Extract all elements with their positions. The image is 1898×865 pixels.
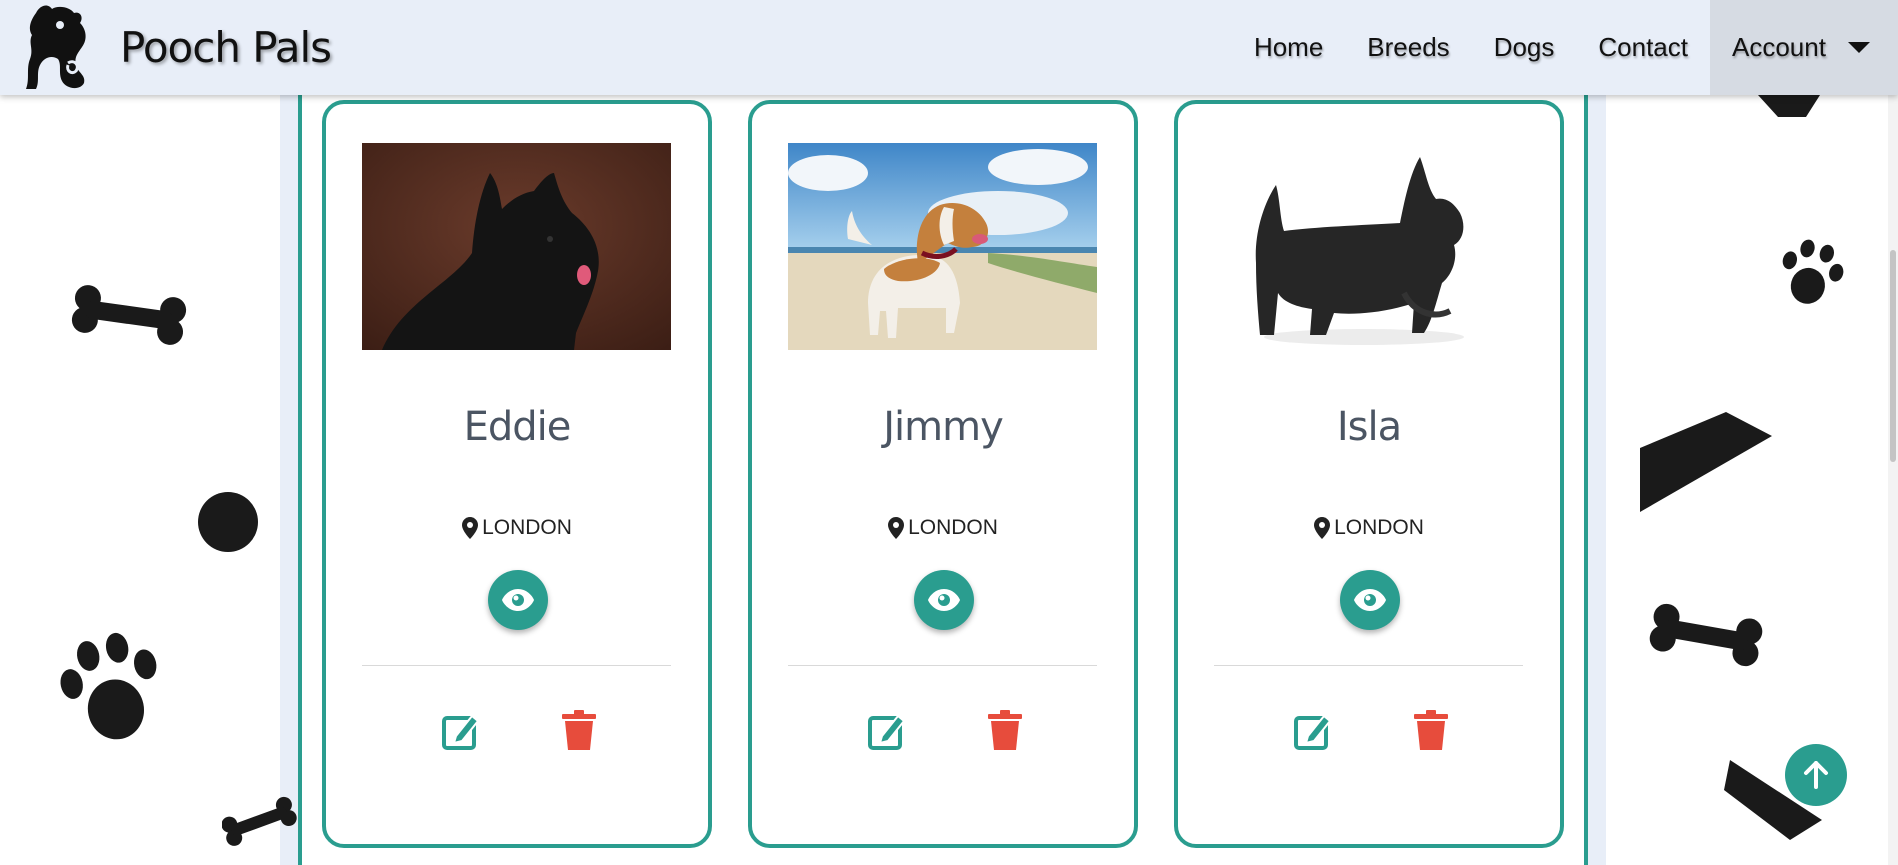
card-divider <box>362 665 671 666</box>
eye-icon <box>928 589 960 611</box>
card-divider <box>788 665 1097 666</box>
scrollbar-thumb[interactable] <box>1890 250 1896 462</box>
dog-location: LONDON <box>752 516 1134 540</box>
dog-location: LONDON <box>326 516 708 540</box>
bone-icon <box>1649 603 1763 667</box>
dog-location-label: LONDON <box>1334 516 1424 539</box>
ball-icon <box>198 492 258 552</box>
nav-link-home[interactable]: Home <box>1232 32 1345 63</box>
dog-name: Isla <box>1336 404 1402 450</box>
back-to-top-button[interactable] <box>1785 744 1847 806</box>
brand[interactable]: Pooch Pals <box>18 2 332 92</box>
left-gutter <box>280 95 298 865</box>
dog-location: LONDON <box>1178 516 1560 540</box>
trash-icon[interactable] <box>562 710 596 750</box>
dog-name: Jimmy <box>883 404 1004 450</box>
view-dog-button[interactable] <box>1340 570 1400 630</box>
view-dog-button[interactable] <box>488 570 548 630</box>
bowl-icon <box>1640 412 1772 512</box>
view-dog-button[interactable] <box>914 570 974 630</box>
arrow-up-icon <box>1804 761 1828 789</box>
dog-card: Isla LONDON <box>1174 100 1564 848</box>
navbar: Pooch Pals Home Breeds Dogs Contact Acco… <box>0 0 1898 95</box>
edit-icon[interactable] <box>868 710 906 750</box>
map-marker-icon <box>1314 517 1331 539</box>
paw-print-icon <box>60 632 157 740</box>
caret-down-icon <box>1847 42 1870 53</box>
dog-logo-icon <box>26 5 86 89</box>
scrollbar[interactable] <box>1888 95 1898 865</box>
edit-icon[interactable] <box>1294 710 1332 750</box>
edit-icon[interactable] <box>442 710 480 750</box>
dog-card: Jimmy LONDON <box>748 100 1138 848</box>
right-gutter <box>1586 95 1606 865</box>
map-marker-icon <box>888 517 905 539</box>
nav-link-dogs[interactable]: Dogs <box>1472 32 1577 63</box>
eye-icon <box>1354 589 1386 611</box>
card-divider <box>1214 665 1523 666</box>
bone-icon <box>71 285 187 345</box>
nav-link-contact[interactable]: Contact <box>1576 32 1710 63</box>
dog-location-label: LONDON <box>482 516 572 539</box>
dog-card: Eddie LONDON <box>322 100 712 848</box>
bowl-icon <box>1758 95 1820 117</box>
dog-photo <box>788 143 1097 350</box>
nav-link-breeds[interactable]: Breeds <box>1345 32 1471 63</box>
dog-name: Eddie <box>463 404 572 450</box>
dog-photo <box>1214 143 1523 350</box>
eye-icon <box>502 589 534 611</box>
map-marker-icon <box>462 517 479 539</box>
brand-name: Pooch Pals <box>120 22 332 72</box>
paw-print-icon <box>1782 239 1844 304</box>
account-dropdown[interactable]: Account <box>1710 0 1898 95</box>
bone-icon <box>222 796 297 846</box>
nav-links: Home Breeds Dogs Contact Account <box>1232 0 1898 95</box>
account-label: Account <box>1732 32 1826 62</box>
trash-icon[interactable] <box>1414 710 1448 750</box>
dog-photo <box>362 143 671 350</box>
trash-icon[interactable] <box>988 710 1022 750</box>
dog-location-label: LONDON <box>908 516 998 539</box>
